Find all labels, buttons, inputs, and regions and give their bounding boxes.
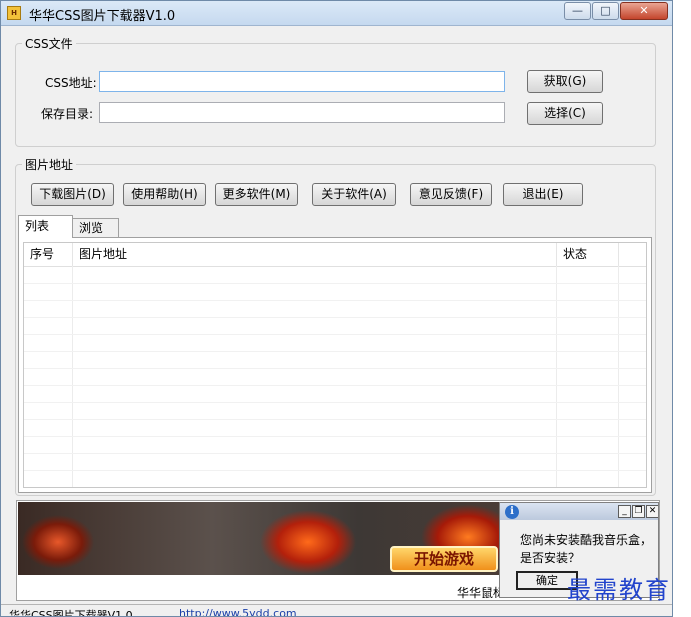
minimize-button[interactable]: — (564, 2, 591, 20)
choose-button[interactable]: 选择(C) (527, 102, 603, 125)
image-list[interactable]: 序号 图片地址 状态 (23, 242, 647, 488)
maximize-button[interactable]: □ (592, 2, 619, 20)
popup-minimize-button[interactable]: _ (618, 505, 631, 518)
status-bar: 华华CSS图片下载器V1.0 http://www.5ydd.com (1, 604, 672, 617)
about-button[interactable]: 关于软件(A) (312, 183, 396, 206)
status-website-link[interactable]: http://www.5ydd.com (179, 607, 297, 616)
css-file-group (15, 43, 656, 147)
fetch-button[interactable]: 获取(G) (527, 70, 603, 93)
row-divider (24, 419, 646, 420)
popup-message-line-1: 您尚未安装酷我音乐盒， (520, 533, 653, 547)
save-dir-label: 保存目录: (41, 107, 94, 121)
popup-title-bar: i _ ❐ ✕ (500, 503, 658, 520)
close-button[interactable]: ✕ (620, 2, 668, 20)
column-header-status[interactable]: 状态 (557, 243, 619, 266)
column-header-index[interactable]: 序号 (24, 243, 73, 266)
row-divider (24, 317, 646, 318)
popup-close-button[interactable]: ✕ (646, 505, 658, 518)
tab-browse[interactable]: 浏览 (72, 218, 119, 238)
app-icon: H (7, 6, 21, 20)
column-header-url[interactable]: 图片地址 (73, 243, 557, 266)
row-divider (24, 368, 646, 369)
more-software-button[interactable]: 更多软件(M) (215, 183, 298, 206)
window-title: 华华CSS图片下载器V1.0 (29, 9, 176, 24)
save-dir-input[interactable] (99, 102, 505, 123)
row-divider (24, 470, 646, 471)
popup-message-line-2: 是否安装？ (520, 551, 581, 565)
row-divider (24, 436, 646, 437)
info-icon: i (505, 505, 519, 519)
row-divider (24, 351, 646, 352)
row-divider (24, 334, 646, 335)
tab-panel: 序号 图片地址 状态 (18, 237, 652, 493)
status-app-name: 华华CSS图片下载器V1.0 (9, 609, 133, 617)
help-button[interactable]: 使用帮助(H) (123, 183, 206, 206)
tab-list[interactable]: 列表 (18, 215, 73, 238)
css-url-label: CSS地址: (45, 76, 97, 90)
exit-button[interactable]: 退出(E) (503, 183, 583, 206)
title-bar[interactable]: H 华华CSS图片下载器V1.0 — □ ✕ (1, 1, 672, 26)
row-divider (24, 385, 646, 386)
row-divider (24, 283, 646, 284)
game-ad-banner[interactable]: 开始游戏 (18, 502, 504, 575)
feedback-button[interactable]: 意见反馈(F) (410, 183, 492, 206)
css-file-group-label: CSS文件 (22, 35, 76, 52)
watermark-text: 最需教育 (567, 576, 671, 604)
ad-caption[interactable]: 华华鼠标 (457, 584, 505, 600)
download-images-button[interactable]: 下载图片(D) (31, 183, 114, 206)
row-divider (24, 300, 646, 301)
css-url-input[interactable] (99, 71, 505, 92)
row-divider (24, 453, 646, 454)
list-header: 序号 图片地址 状态 (24, 243, 646, 267)
popup-restore-button[interactable]: ❐ (632, 505, 645, 518)
image-address-group-label: 图片地址 (22, 156, 77, 173)
main-window: H 华华CSS图片下载器V1.0 — □ ✕ CSS文件 CSS地址: 获取(G… (0, 0, 673, 617)
row-divider (24, 402, 646, 403)
start-game-button[interactable]: 开始游戏 (390, 546, 498, 572)
